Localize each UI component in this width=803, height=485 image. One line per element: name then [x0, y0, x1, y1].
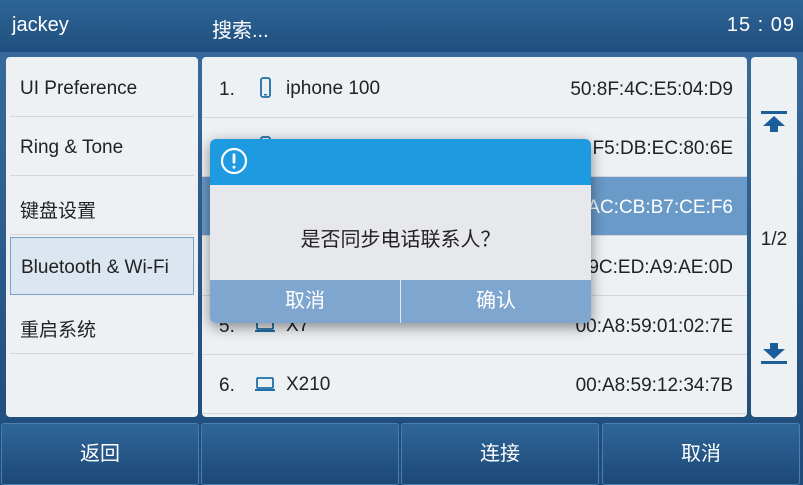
page-bottom-icon[interactable] [759, 342, 789, 366]
device-row[interactable]: 6. X210 00:A8:59:12:34:7B [202, 355, 747, 414]
device-mac: F5:DB:EC:80:6E [592, 138, 733, 159]
device-mac: 50:8F:4C:E5:04:D9 [570, 79, 733, 100]
connect-softkey[interactable]: 连接 [401, 423, 599, 485]
alert-icon [220, 147, 248, 175]
account-name: jackey [12, 14, 69, 36]
back-softkey[interactable]: 返回 [1, 423, 199, 485]
menu-item-label: 键盘设置 [20, 201, 97, 222]
title-bar: jackey 搜索... 15 : 09 [0, 0, 803, 52]
device-mac: 9C:ED:A9:AE:0D [588, 257, 733, 278]
row-number: 1. [219, 79, 235, 100]
dialog-confirm-button[interactable]: 确认 [401, 280, 591, 323]
dialog-cancel-button[interactable]: 取消 [210, 280, 400, 323]
softkey-bar: 返回 连接 取消 [0, 423, 803, 485]
menu-item-keyboard-settings[interactable]: 键盘设置 [10, 177, 194, 235]
settings-menu: UI Preference Ring & Tone 键盘设置 Bluetooth… [6, 57, 198, 417]
page-indicator: 1/2 [760, 229, 788, 250]
menu-item-bluetooth-wifi[interactable]: Bluetooth & Wi-Fi [10, 237, 194, 295]
page-title: 搜索... [212, 20, 269, 42]
menu-item-restart-system[interactable]: 重启系统 [10, 296, 194, 354]
sync-contacts-dialog: 是否同步电话联系人？ 取消 确认 [210, 139, 591, 323]
clock: 15 : 09 [726, 14, 795, 36]
device-name: iphone 100 [286, 78, 381, 99]
device-mac: 00:A8:59:01:02:7E [575, 316, 733, 337]
device-row[interactable]: 1. iphone 100 50:8F:4C:E5:04:D9 [202, 59, 747, 118]
page-control: 1/2 [751, 57, 797, 417]
menu-item-ring-tone[interactable]: Ring & Tone [10, 118, 194, 176]
menu-item-label: Ring & Tone [20, 137, 124, 158]
menu-item-label: 重启系统 [20, 320, 97, 341]
menu-item-label: Bluetooth & Wi-Fi [21, 257, 169, 278]
phone-screen: jackey 搜索... 15 : 09 UI Preference Ring … [0, 0, 803, 485]
menu-item-ui-preference[interactable]: UI Preference [10, 59, 194, 117]
row-number: 6. [219, 375, 235, 396]
phone-icon [260, 77, 271, 98]
device-mac: AC:CB:B7:CE:F6 [587, 197, 733, 218]
dialog-message: 是否同步电话联系人？ [300, 229, 501, 251]
laptop-icon [255, 377, 275, 391]
empty-softkey[interactable] [201, 423, 399, 485]
cancel-softkey[interactable]: 取消 [602, 423, 800, 485]
device-name: X210 [286, 374, 331, 395]
device-mac: 00:A8:59:12:34:7B [575, 375, 733, 396]
page-top-icon[interactable] [759, 109, 789, 133]
menu-item-label: UI Preference [20, 78, 138, 99]
dialog-header [210, 139, 591, 185]
